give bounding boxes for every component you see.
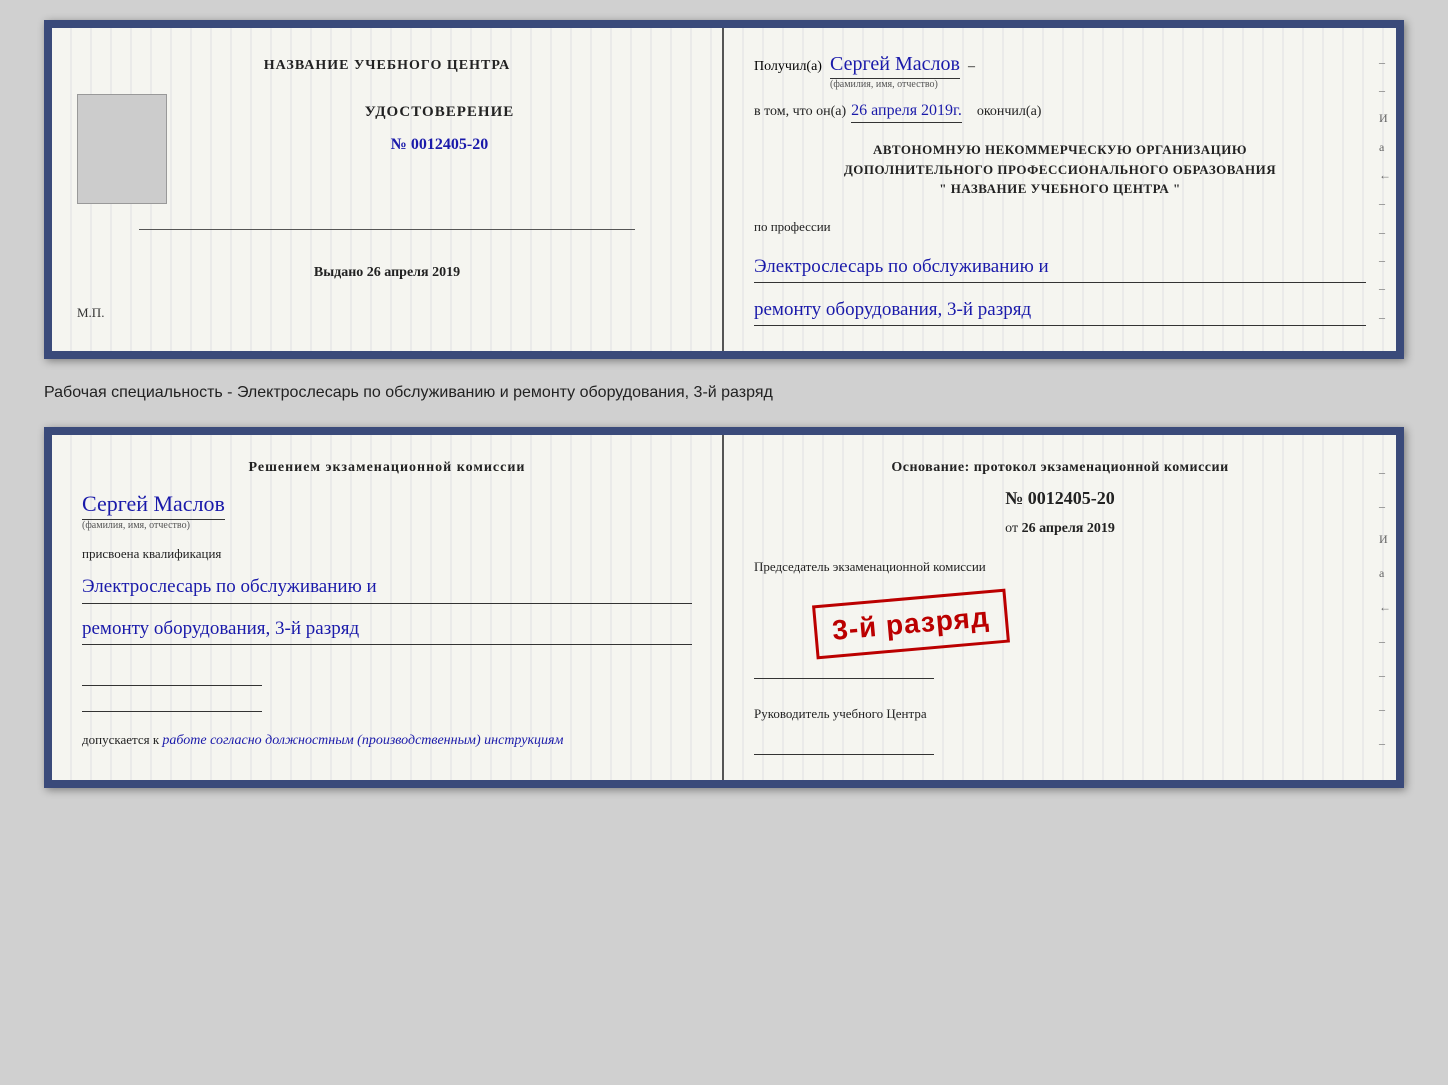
doc2-mark-a: а xyxy=(1379,566,1391,581)
profession-line1: Электрослесарь по обслуживанию и xyxy=(754,252,1366,283)
finished-label: окончил(а) xyxy=(977,104,1042,120)
date-prefix: в том, что он(а) xyxy=(754,104,846,120)
doc2-mark-dash-5: – xyxy=(1379,702,1391,717)
date-value: 26 апреля 2019г. xyxy=(851,102,962,123)
mark-dash-4: – xyxy=(1379,225,1391,240)
doc2-date-value: 26 апреля 2019 xyxy=(1022,521,1115,536)
doc2-profession-line2: ремонту оборудования, 3-й разряд xyxy=(82,614,692,645)
person-name: Сергей Маслов xyxy=(82,491,225,520)
document-2: Решением экзаменационной комиссии Сергей… xyxy=(44,427,1404,788)
doc2-mark-dash-2: – xyxy=(1379,499,1391,514)
doc2-sign-line-1 xyxy=(754,678,934,679)
allowed-text: работе согласно должностным (производств… xyxy=(162,733,563,748)
recipient-name: Сергей Маслов xyxy=(830,53,960,79)
dash: – xyxy=(968,59,975,75)
mark-arrow: ← xyxy=(1379,168,1391,183)
received-label: Получил(а) xyxy=(754,59,822,75)
doc2-profession-line1: Электрослесарь по обслуживанию и xyxy=(82,572,692,603)
doc1-left-panel: НАЗВАНИЕ УЧЕБНОГО ЦЕНТРА УДОСТОВЕРЕНИЕ №… xyxy=(52,28,724,351)
stamp: 3-й разряд xyxy=(812,589,1010,660)
decision-title: Решением экзаменационной комиссии xyxy=(82,460,692,476)
doc2-sign-line-2 xyxy=(754,754,934,755)
line-separator-1 xyxy=(139,229,635,230)
photo-placeholder xyxy=(77,94,167,204)
doc2-mark-dash-4: – xyxy=(1379,668,1391,683)
doc2-mark-dash-1: – xyxy=(1379,465,1391,480)
person-name-block: Сергей Маслов (фамилия, имя, отчество) xyxy=(82,486,692,531)
doc1-center-title: НАЗВАНИЕ УЧЕБНОГО ЦЕНТРА xyxy=(264,58,510,74)
recipient-name-block: Сергей Маслов (фамилия, имя, отчество) xyxy=(830,53,960,90)
mark-dash-7: – xyxy=(1379,310,1391,325)
head-text: Руководитель учебного Центра xyxy=(754,706,1366,722)
mp-label: М.П. xyxy=(77,305,104,321)
doc2-cert-number: № 0012405-20 xyxy=(754,488,1366,509)
org-block: АВТОНОМНУЮ НЕКОММЕРЧЕСКУЮ ОРГАНИЗАЦИЮ ДО… xyxy=(754,140,1366,199)
between-text: Рабочая специальность - Электрослесарь п… xyxy=(44,379,1404,407)
doc2-right-marks: – – И а ← – – – – xyxy=(1379,435,1391,780)
mark-letter-a: а xyxy=(1379,140,1391,155)
date-from-prefix: от xyxy=(1005,521,1018,536)
cert-title: УДОСТОВЕРЕНИЕ xyxy=(365,104,515,121)
basis-text: Основание: протокол экзаменационной коми… xyxy=(754,460,1366,476)
doc2-left-panel: Решением экзаменационной комиссии Сергей… xyxy=(52,435,724,780)
document-1: НАЗВАНИЕ УЧЕБНОГО ЦЕНТРА УДОСТОВЕРЕНИЕ №… xyxy=(44,20,1404,359)
doc1-right-panel: Получил(а) Сергей Маслов (фамилия, имя, … xyxy=(724,28,1396,351)
cert-number: № 0012405-20 xyxy=(391,136,488,154)
doc2-mark-dash-6: – xyxy=(1379,736,1391,751)
issued-date: 26 апреля 2019 xyxy=(367,265,460,280)
doc2-mark-i: И xyxy=(1379,532,1391,547)
doc2-date-line: от 26 апреля 2019 xyxy=(754,521,1366,537)
cert-issued: Выдано 26 апреля 2019 xyxy=(314,265,460,281)
doc2-mark-arrow: ← xyxy=(1379,600,1391,615)
sign-line-1 xyxy=(82,685,262,686)
doc2-right-panel: Основание: протокол экзаменационной коми… xyxy=(724,435,1396,780)
mark-letter-i: И xyxy=(1379,111,1391,126)
profession-label: по профессии xyxy=(754,219,1366,235)
date-line: в том, что он(а) 26 апреля 2019г. окончи… xyxy=(754,102,1366,123)
stamp-area: 3-й разряд xyxy=(754,592,1366,651)
chairman-text: Председатель экзаменационной комиссии xyxy=(754,559,1366,575)
allowed-prefix: допускается к xyxy=(82,732,159,747)
allowed-text-block: допускается к работе согласно должностны… xyxy=(82,732,692,749)
org-line3: " НАЗВАНИЕ УЧЕБНОГО ЦЕНТРА " xyxy=(754,179,1366,199)
issued-label: Выдано xyxy=(314,265,363,280)
name-sublabel-2: (фамилия, имя, отчество) xyxy=(82,520,190,531)
received-line: Получил(а) Сергей Маслов (фамилия, имя, … xyxy=(754,53,1366,90)
mark-dash-5: – xyxy=(1379,253,1391,268)
name-sublabel: (фамилия, имя, отчество) xyxy=(830,79,938,90)
doc2-mark-dash-3: – xyxy=(1379,634,1391,649)
right-edge-marks: – – И а ← – – – – – xyxy=(1379,28,1391,351)
sign-line-2 xyxy=(82,711,262,712)
profession-line2: ремонту оборудования, 3-й разряд xyxy=(754,295,1366,326)
assigned-label: присвоена квалификация xyxy=(82,546,692,562)
sign-lines xyxy=(82,665,692,712)
mark-dash-2: – xyxy=(1379,83,1391,98)
mark-dash-1: – xyxy=(1379,55,1391,70)
org-line1: АВТОНОМНУЮ НЕКОММЕРЧЕСКУЮ ОРГАНИЗАЦИЮ xyxy=(754,140,1366,160)
mark-dash-6: – xyxy=(1379,281,1391,296)
org-line2: ДОПОЛНИТЕЛЬНОГО ПРОФЕССИОНАЛЬНОГО ОБРАЗО… xyxy=(754,160,1366,180)
mark-dash-3: – xyxy=(1379,196,1391,211)
